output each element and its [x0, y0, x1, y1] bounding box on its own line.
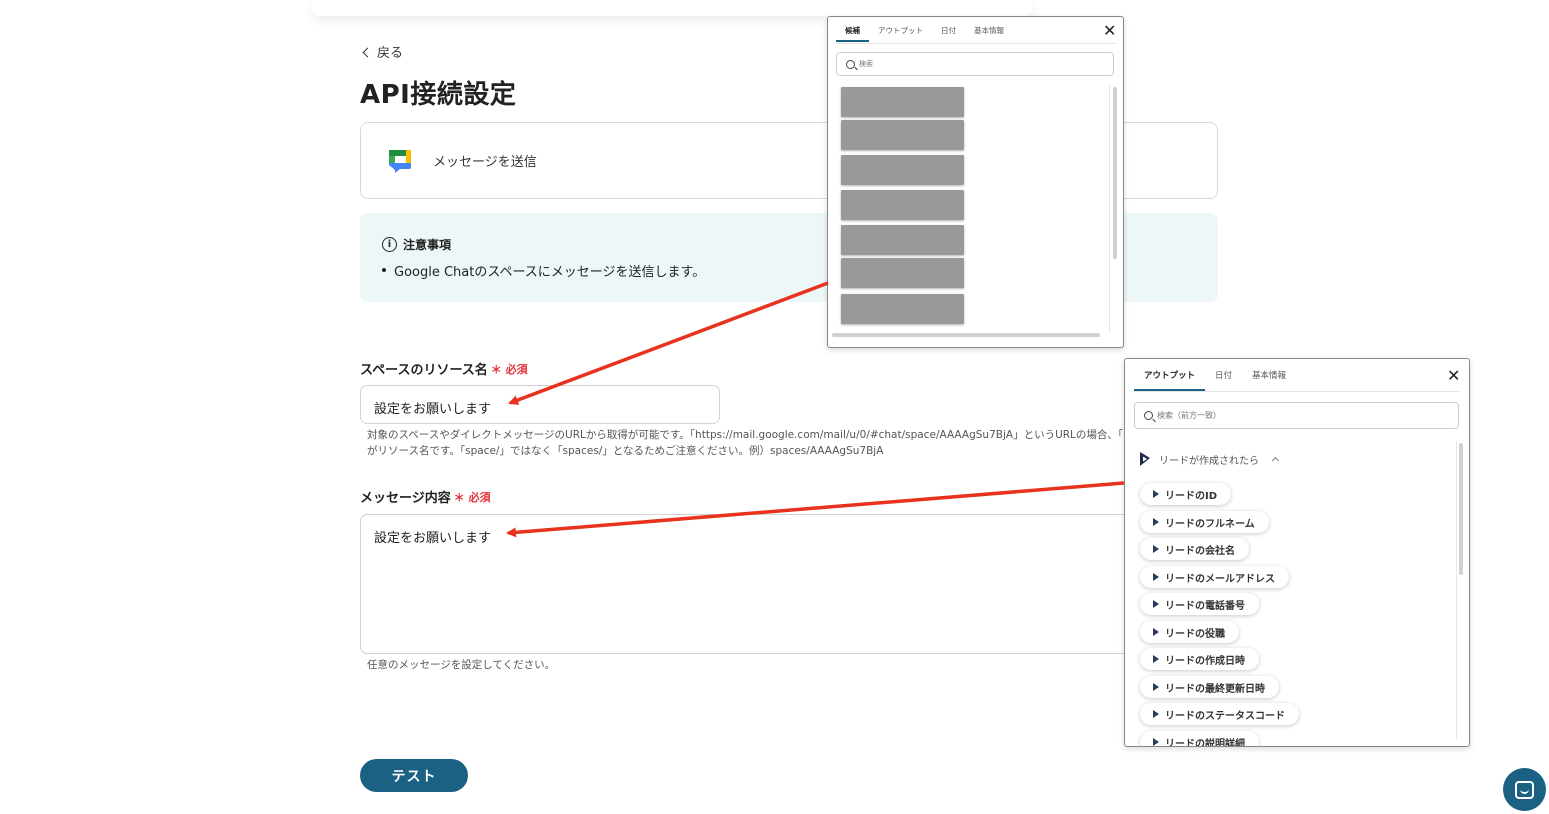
tabs-divider: [1134, 391, 1459, 392]
tab-basic-info[interactable]: 基本情報: [965, 20, 1013, 42]
space-help-line1: 対象のスペースやダイレクトメッセージのURLから取得が可能です。「https:/…: [367, 429, 1123, 441]
scroll-track: [1456, 441, 1457, 739]
tab-basic-info[interactable]: 基本情報: [1242, 361, 1296, 391]
output-chip[interactable]: リードのステータスコード: [1140, 703, 1299, 725]
space-help-line2: がリソース名です。「space/」ではなく「spaces/」となるためご注意くだ…: [367, 445, 884, 457]
dynamics-logo-icon: [1153, 518, 1159, 526]
action-label: メッセージを送信: [433, 155, 537, 170]
required-text: 必須: [468, 490, 491, 504]
close-icon[interactable]: ✕: [1103, 23, 1116, 39]
chevron-left-icon: [362, 47, 373, 57]
candidate-item[interactable]: [841, 294, 964, 324]
space-label-text: スペースのリソース名: [360, 363, 488, 378]
outputs-popup: アウトプット 日付 基本情報 ✕ 検索（前方一致） リードが作成されたら リード…: [1124, 358, 1470, 747]
tab-output[interactable]: アウトプット: [869, 20, 932, 42]
chip-label: リードの説明詳細: [1165, 738, 1245, 747]
search-icon: [1144, 411, 1153, 420]
back-link[interactable]: 戻る: [362, 42, 404, 61]
output-chip[interactable]: リードの説明詳細: [1140, 731, 1259, 747]
popup-tabs: 候補 アウトプット 日付 基本情報: [836, 20, 1013, 42]
back-label: 戻る: [377, 46, 404, 61]
dynamics-logo-icon: [1153, 710, 1159, 718]
dynamics-logo-icon: [1140, 452, 1150, 466]
scroll-track: [1109, 85, 1110, 333]
outputs-search-input[interactable]: 検索（前方一致）: [1134, 402, 1459, 429]
chip-label: リードのフルネーム: [1165, 518, 1255, 530]
output-chip[interactable]: リードのフルネーム: [1140, 511, 1269, 533]
chip-label: リードの作成日時: [1165, 655, 1245, 667]
required-badge: ＊ 必須: [490, 362, 528, 376]
candidates-search-input[interactable]: 検索: [836, 52, 1114, 76]
dynamics-logo-icon: [1153, 738, 1159, 746]
notice-item: Google Chatのスペースにメッセージを送信します。: [382, 261, 705, 280]
tab-candidates[interactable]: 候補: [836, 20, 869, 42]
candidates-popup: 候補 アウトプット 日付 基本情報 ✕ 検索: [827, 16, 1124, 348]
close-icon[interactable]: ✕: [1447, 368, 1460, 384]
output-chip[interactable]: リードのID: [1140, 483, 1232, 505]
chip-label: リードの最終更新日時: [1165, 683, 1265, 695]
info-icon: i: [382, 237, 397, 252]
output-chip[interactable]: リードの会社名: [1140, 538, 1249, 560]
support-chat-button[interactable]: [1503, 768, 1546, 811]
dynamics-logo-icon: [1153, 683, 1159, 691]
dynamics-logo-icon: [1153, 573, 1159, 581]
page-title: API接続設定: [360, 80, 517, 110]
candidate-item[interactable]: [841, 120, 964, 150]
notice-heading-text: 注意事項: [403, 238, 452, 252]
output-chip[interactable]: リードの作成日時: [1140, 648, 1259, 670]
chip-label: リードの電話番号: [1165, 600, 1245, 612]
search-placeholder: 検索: [859, 60, 873, 68]
dynamics-logo-icon: [1153, 655, 1159, 663]
output-chip[interactable]: リードの役職: [1140, 621, 1239, 643]
bullet-icon: [382, 268, 386, 272]
required-badge: ＊ 必須: [453, 490, 491, 504]
message-label-text: メッセージ内容: [360, 491, 451, 506]
chip-label: リードのステータスコード: [1165, 710, 1285, 722]
vertical-scrollbar[interactable]: [1113, 87, 1117, 259]
tab-output[interactable]: アウトプット: [1134, 361, 1206, 391]
candidate-item[interactable]: [841, 225, 964, 255]
candidate-item[interactable]: [841, 258, 964, 288]
dynamics-logo-icon: [1153, 628, 1159, 636]
dynamics-logo-icon: [1153, 545, 1159, 553]
chip-label: リードのID: [1165, 490, 1218, 502]
chip-label: リードの役職: [1165, 628, 1225, 640]
trigger-group-header[interactable]: リードが作成されたら: [1139, 451, 1280, 467]
message-help-text: 任意のメッセージを設定してください。: [367, 659, 556, 671]
message-field-label: メッセージ内容 ＊ 必須: [360, 487, 491, 507]
chip-label: リードの会社名: [1165, 545, 1235, 557]
message-textarea[interactable]: 設定をお願いします: [360, 514, 1160, 654]
vertical-scrollbar[interactable]: [1459, 443, 1463, 575]
popup-tabs: アウトプット 日付 基本情報: [1134, 361, 1296, 391]
candidate-item[interactable]: [841, 155, 964, 185]
space-resource-input[interactable]: 設定をお願いします: [360, 385, 720, 424]
space-help-text: 対象のスペースやダイレクトメッセージのURLから取得が可能です。「https:/…: [367, 427, 1123, 459]
search-placeholder: 検索（前方一致）: [1157, 411, 1221, 420]
output-chip[interactable]: リードのメールアドレス: [1140, 566, 1289, 588]
notice-item-text: Google Chatのスペースにメッセージを送信します。: [394, 265, 706, 280]
dynamics-logo-icon: [1153, 490, 1159, 498]
message-value: 設定をお願いします: [374, 531, 492, 546]
previous-card: [312, 0, 1032, 16]
tab-date[interactable]: 日付: [932, 20, 965, 42]
output-chip[interactable]: リードの最終更新日時: [1140, 676, 1279, 698]
tabs-divider: [836, 43, 1116, 44]
search-icon: [846, 59, 855, 69]
space-resource-value: 設定をお願いします: [374, 402, 492, 417]
notice-heading: i 注意事項: [382, 236, 451, 253]
required-text: 必須: [505, 362, 528, 376]
chevron-up-icon: [1271, 456, 1280, 465]
dynamics-logo-icon: [1153, 600, 1159, 608]
candidate-item[interactable]: [841, 87, 964, 117]
chat-bubble-icon: [1515, 780, 1534, 799]
tab-date[interactable]: 日付: [1205, 361, 1242, 391]
trigger-label: リードが作成されたら: [1159, 455, 1259, 467]
space-field-label: スペースのリソース名 ＊ 必須: [360, 359, 528, 379]
google-chat-icon: [389, 150, 411, 173]
chip-label: リードのメールアドレス: [1165, 573, 1275, 585]
candidate-item[interactable]: [841, 190, 964, 220]
horizontal-scrollbar[interactable]: [832, 333, 1100, 337]
test-button[interactable]: テスト: [360, 759, 468, 792]
output-chip[interactable]: リードの電話番号: [1140, 593, 1259, 615]
